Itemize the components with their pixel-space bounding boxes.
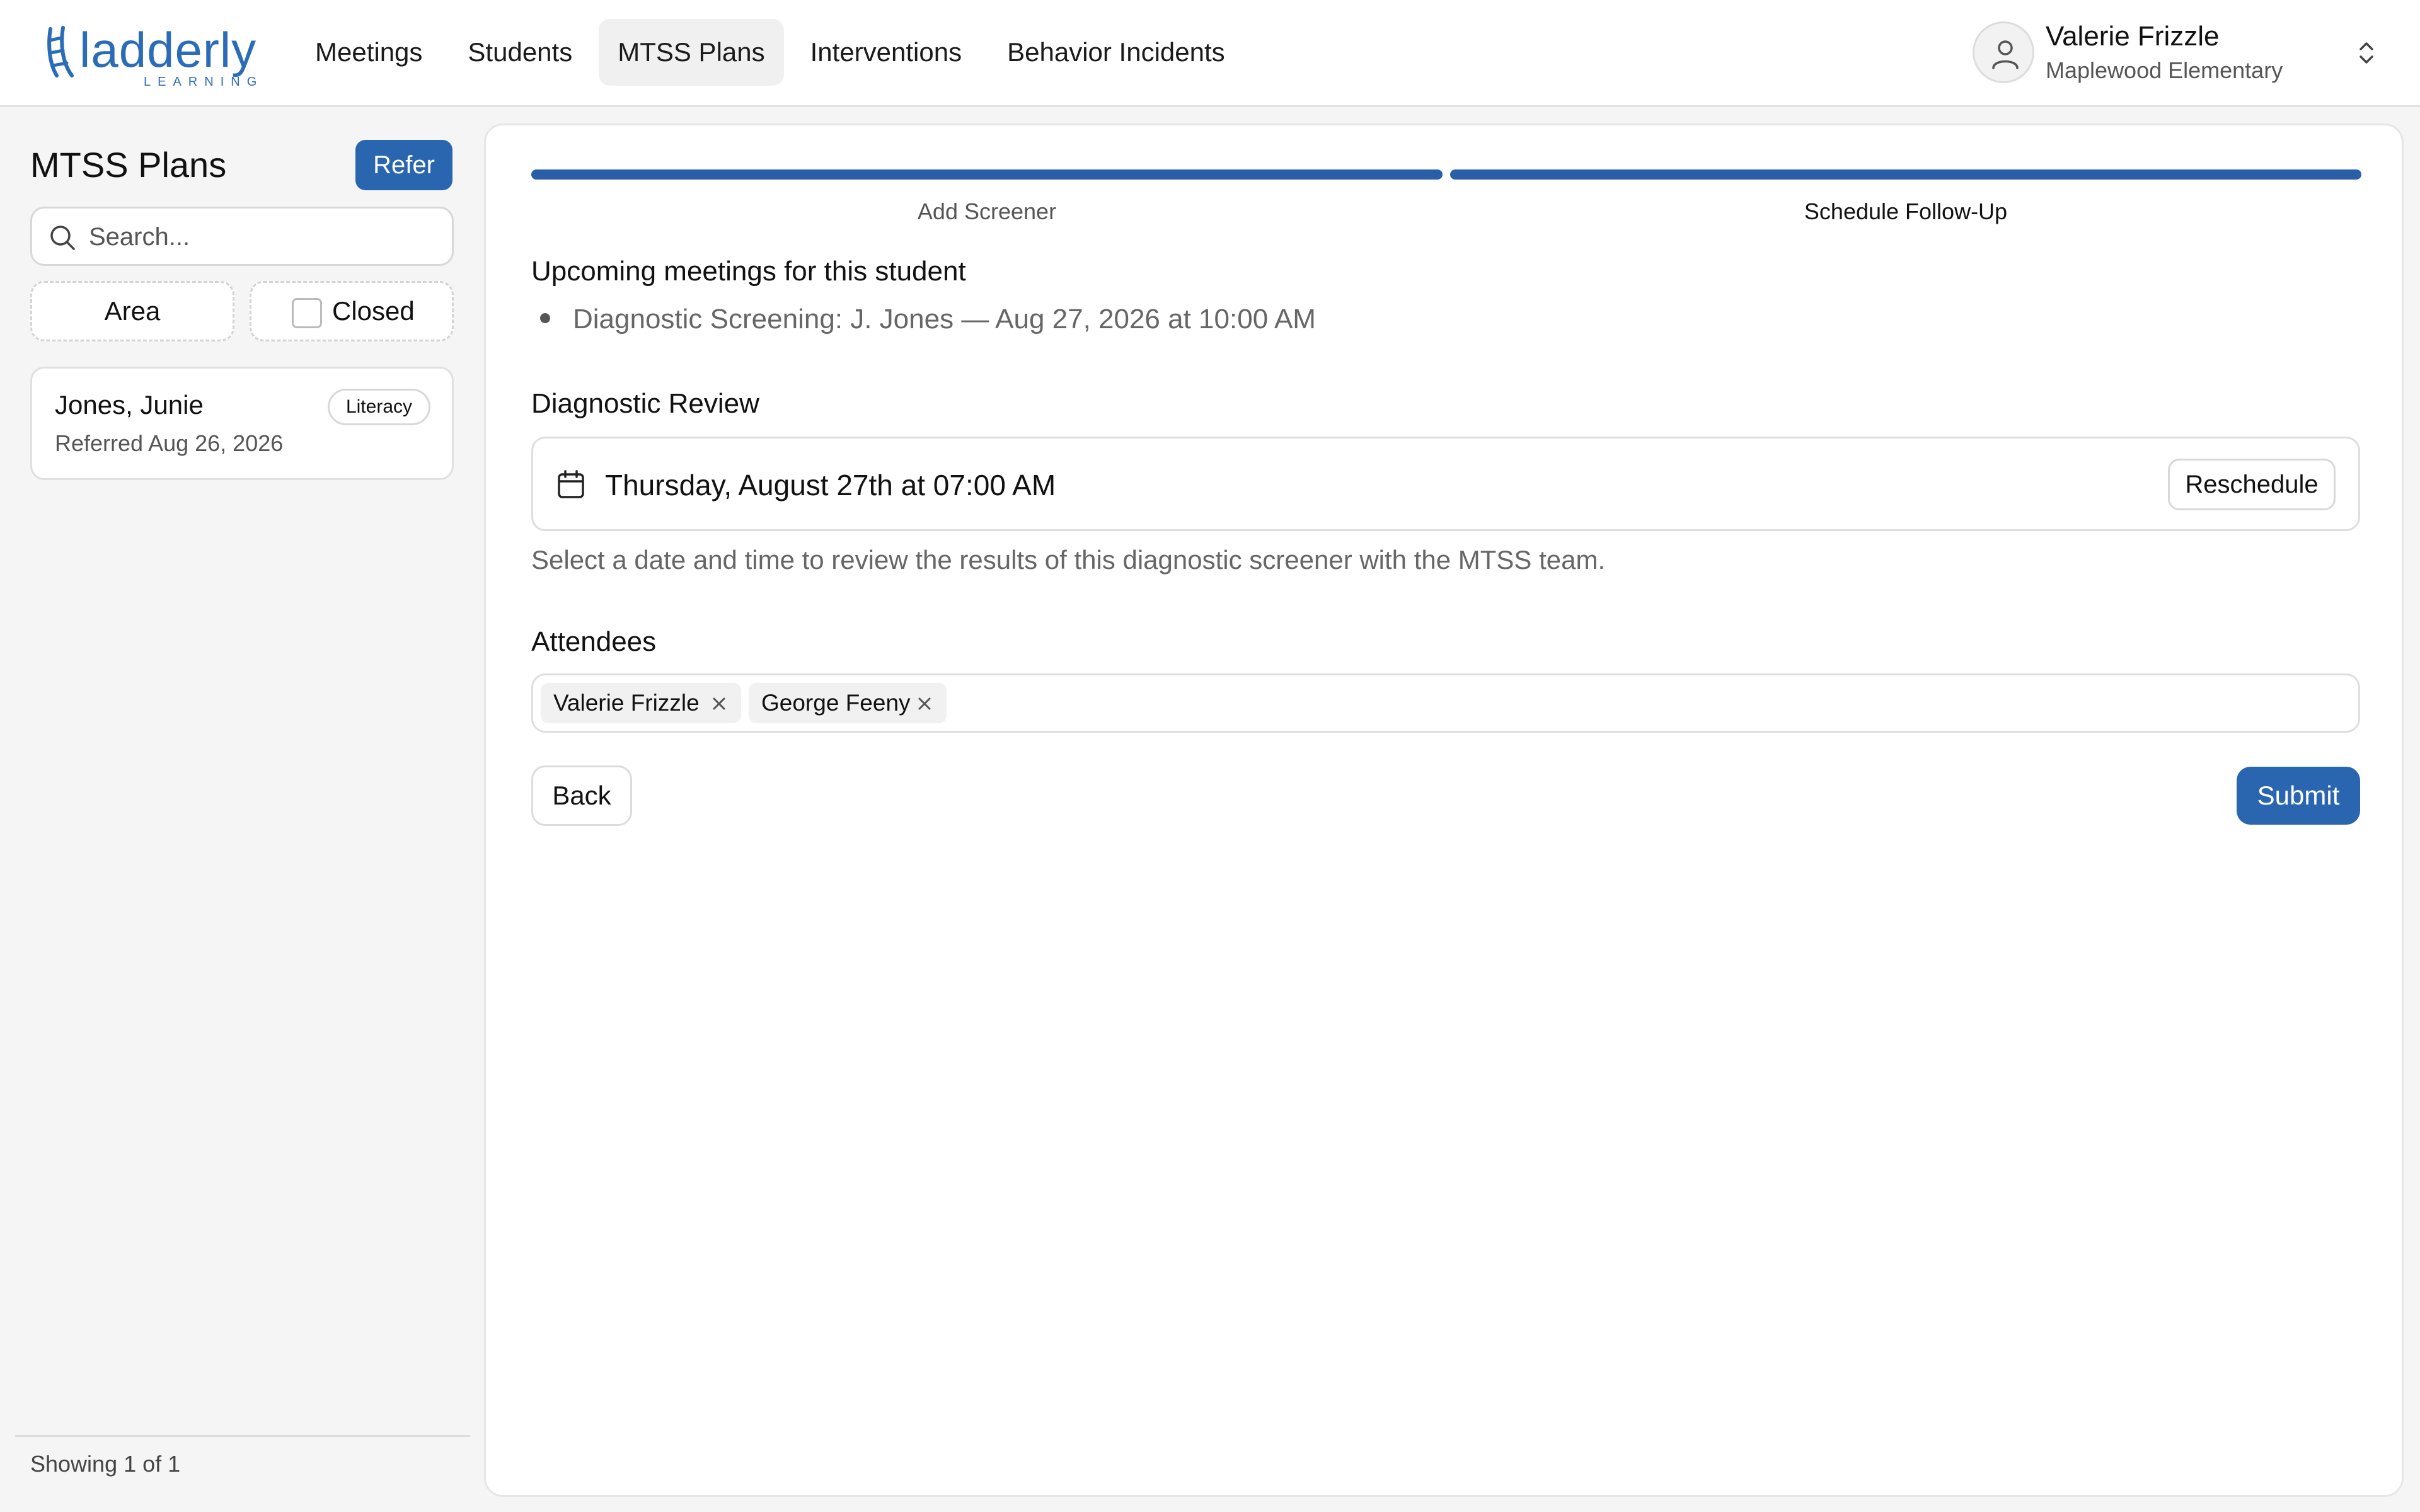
step-label-add-screener[interactable]: Add Screener	[531, 196, 1443, 227]
step-label-schedule-follow-up[interactable]: Schedule Follow-Up	[1450, 196, 2361, 227]
step-progress-bar-1	[531, 169, 1443, 180]
avatar	[1973, 21, 2034, 83]
referred-date: Referred Aug 26, 2026	[55, 430, 284, 456]
calendar-icon	[558, 470, 584, 498]
list-item: Diagnostic Screening: J. Jones — Aug 27,…	[531, 301, 1316, 338]
attendee-chip: Valerie Frizzle	[541, 683, 741, 723]
area-badge: Literacy	[327, 389, 430, 425]
student-name: Jones, Junie	[55, 390, 204, 420]
sidebar-title: MTSS Plans	[30, 145, 227, 185]
top-bar: ladderly LEARNING Meetings Students MTSS…	[0, 0, 2420, 107]
nav-students[interactable]: Students	[449, 19, 591, 86]
sidebar: MTSS Plans Refer Area Closed Jones, Juni…	[0, 107, 485, 1512]
search-box	[30, 207, 454, 266]
nav-interventions[interactable]: Interventions	[792, 19, 981, 86]
bullet	[540, 313, 550, 324]
step-progress-bar-2	[1450, 169, 2361, 180]
back-button[interactable]: Back	[531, 765, 632, 826]
close-icon[interactable]	[916, 696, 933, 712]
review-date-field[interactable]: Thursday, August 27th at 07:00 AM Resche…	[531, 437, 2360, 531]
filter-closed-label: Closed	[332, 296, 415, 326]
user-icon	[1992, 40, 2019, 69]
user-menu[interactable]: Valerie Frizzle Maplewood Elementary	[1973, 18, 2376, 88]
attendee-name: Valerie Frizzle	[553, 690, 700, 716]
chevron-up-down-icon	[2360, 42, 2373, 64]
review-helper-text: Select a date and time to review the res…	[531, 545, 1606, 575]
attendee-name: George Feeny	[761, 690, 911, 716]
search-icon	[50, 226, 75, 250]
filter-area-button[interactable]: Area	[30, 281, 234, 341]
attendees-title: Attendees	[531, 626, 657, 657]
logo[interactable]: ladderly LEARNING	[44, 21, 258, 89]
ladder-logo-icon	[47, 26, 74, 77]
logo-tagline: LEARNING	[144, 75, 264, 89]
user-school: Maplewood Elementary	[2046, 57, 2283, 83]
filter-closed-toggle[interactable]: Closed	[250, 281, 454, 341]
reschedule-button[interactable]: Reschedule	[2168, 459, 2336, 510]
closed-checkbox[interactable]	[292, 298, 322, 328]
list-item[interactable]: Jones, Junie Referred Aug 26, 2026 Liter…	[30, 367, 454, 480]
main-nav: Meetings Students MTSS Plans Interventio…	[296, 19, 1244, 86]
close-icon[interactable]	[711, 696, 727, 712]
search-input[interactable]	[89, 217, 442, 256]
meeting-text: Diagnostic Screening: J. Jones — Aug 27,…	[573, 304, 1316, 335]
upcoming-meetings-title: Upcoming meetings for this student	[531, 256, 966, 287]
review-datetime: Thursday, August 27th at 07:00 AM	[605, 469, 1056, 501]
nav-mtss-plans[interactable]: MTSS Plans	[599, 19, 784, 86]
submit-button[interactable]: Submit	[2237, 767, 2360, 825]
nav-behavior-incidents[interactable]: Behavior Incidents	[988, 19, 1244, 86]
main-panel: Add Screener Schedule Follow-Up Upcoming…	[484, 123, 2404, 1497]
result-count: Showing 1 of 1	[30, 1451, 181, 1477]
divider	[15, 1435, 470, 1437]
user-name: Valerie Frizzle	[2046, 21, 2220, 52]
attendees-input[interactable]: Valerie Frizzle George Feeny	[531, 673, 2360, 733]
nav-meetings[interactable]: Meetings	[296, 19, 441, 86]
diagnostic-review-title: Diagnostic Review	[531, 388, 759, 419]
refer-button[interactable]: Refer	[355, 140, 452, 190]
attendee-chip: George Feeny	[749, 683, 947, 723]
